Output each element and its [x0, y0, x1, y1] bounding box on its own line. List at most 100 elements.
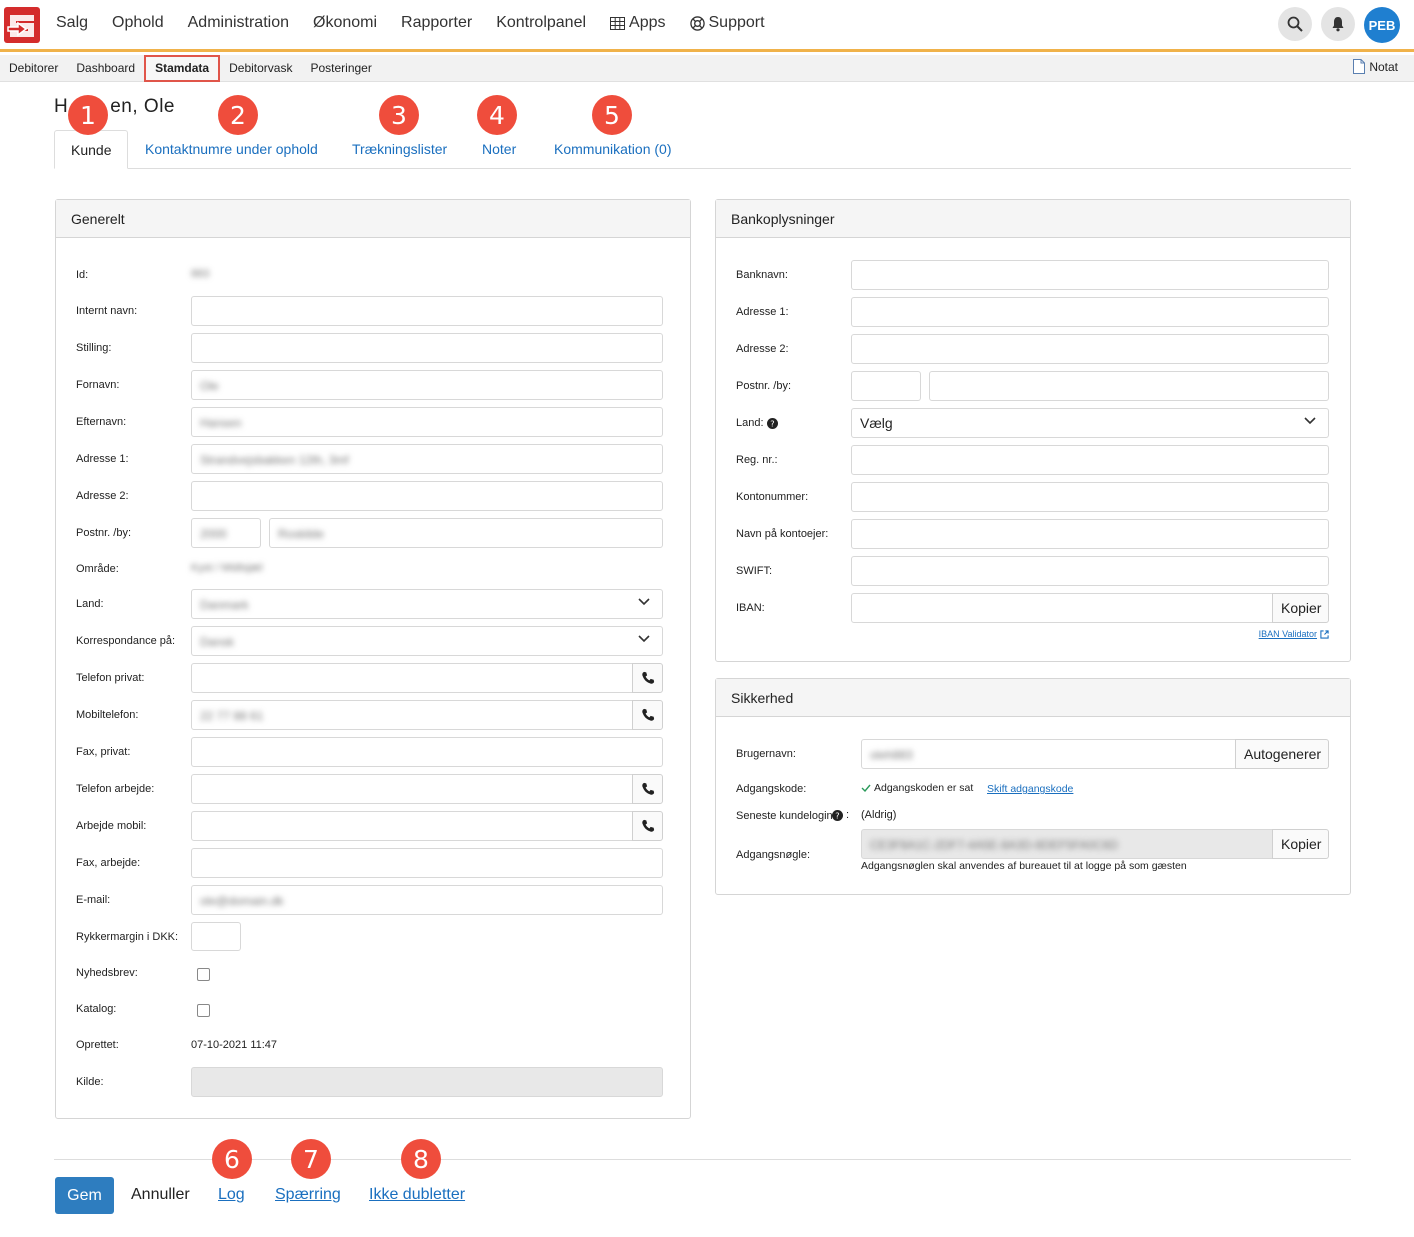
newsletter-checkbox[interactable] [197, 968, 210, 981]
checkmark-icon [861, 784, 871, 792]
swift-input[interactable] [851, 556, 1329, 586]
bank-address1-input[interactable] [851, 297, 1329, 327]
annotation-badge-1: 1 [68, 95, 108, 135]
address1-input[interactable]: Strandvejsbakken 12th, 3mf [191, 444, 663, 474]
last-name-input[interactable]: Hansen [191, 407, 663, 437]
not-duplicates-link[interactable]: Ikke dubletter [369, 1186, 465, 1204]
subnav-dashboard[interactable]: Dashboard [67, 55, 144, 82]
general-panel-title: Generelt [56, 200, 690, 238]
access-key-note: Adgangsnøglen skal anvendes af bureauet … [861, 860, 1187, 872]
cancel-button[interactable]: Annuller [131, 1186, 190, 1204]
row-mobile-work: Arbejde mobil: [56, 811, 690, 841]
call-phone-work-button[interactable] [632, 774, 663, 804]
subnav-stamdata[interactable]: Stamdata [144, 55, 221, 82]
top-bar: Salg Ophold Administration Økonomi Rappo… [0, 0, 1414, 52]
row-country: Land: Danmark [56, 589, 690, 619]
reminder-margin-input[interactable] [191, 922, 241, 951]
reg-no-input[interactable] [851, 445, 1329, 475]
nav-apps[interactable]: Apps [610, 14, 666, 32]
block-link[interactable]: Spærring [275, 1186, 341, 1204]
tab-kommunikation[interactable]: Kommunikation (0) [554, 130, 672, 169]
call-mobile-work-button[interactable] [632, 811, 663, 841]
created-value: 07-10-2021 11:47 [191, 1039, 278, 1051]
nav-okonomi[interactable]: Økonomi [313, 14, 377, 32]
call-phone-private-button[interactable] [632, 663, 663, 693]
phone-icon [641, 671, 654, 684]
row-iban: IBAN: Kopier [716, 593, 1350, 623]
correspondence-select[interactable]: Dansk [191, 626, 663, 656]
bank-city-input[interactable] [929, 371, 1329, 401]
autogenerate-button[interactable]: Autogenerer [1235, 739, 1329, 769]
access-key-copy-button[interactable]: Kopier [1272, 829, 1329, 859]
change-password-link[interactable]: Skift adgangskode [987, 783, 1073, 795]
fax-private-input[interactable] [191, 737, 663, 767]
catalog-checkbox[interactable] [197, 1004, 210, 1017]
subnav-posteringer[interactable]: Posteringer [301, 55, 380, 82]
row-last-login: Seneste kundelogin ? : (Aldrig) [736, 809, 897, 822]
row-last-name: Efternavn: Hansen [56, 407, 690, 437]
mobile-work-input[interactable] [191, 811, 633, 841]
iban-copy-button[interactable]: Kopier [1272, 593, 1329, 623]
account-no-input[interactable] [851, 482, 1329, 512]
position-input[interactable] [191, 333, 663, 363]
bank-panel: Bankoplysninger Banknavn: Adresse 1: Adr… [715, 199, 1351, 662]
help-icon[interactable]: ? [832, 810, 843, 821]
first-name-input[interactable]: Ole [191, 370, 663, 400]
password-status: Adgangskoden er sat [874, 782, 974, 794]
country-select[interactable]: Danmark [191, 589, 663, 619]
id-value: 883 [191, 268, 210, 280]
email-input[interactable]: ole@domain.dk [191, 885, 663, 915]
mobile-input[interactable]: 22 77 88 61 [191, 700, 633, 730]
log-link[interactable]: Log [218, 1186, 245, 1204]
nav-administration[interactable]: Administration [188, 14, 289, 32]
row-access-key: Adgangsnøgle: CE3F8A1C-2DF7-4A5E-8A3D-8D… [716, 829, 1350, 872]
city-input[interactable]: Roskilde [269, 518, 663, 548]
row-account-no: Kontonummer: [716, 482, 1350, 512]
tab-noter[interactable]: Noter [482, 130, 516, 169]
zip-input[interactable]: 2000 [191, 518, 261, 548]
notifications-button[interactable] [1321, 7, 1355, 41]
nav-salg[interactable]: Salg [56, 14, 88, 32]
nav-support[interactable]: Support [689, 14, 765, 32]
bank-name-input[interactable] [851, 260, 1329, 290]
row-swift: SWIFT: [716, 556, 1350, 586]
bank-address2-input[interactable] [851, 334, 1329, 364]
phone-private-input[interactable] [191, 663, 633, 693]
row-address1: Adresse 1: Strandvejsbakken 12th, 3mf [56, 444, 690, 474]
internal-name-input[interactable] [191, 296, 663, 326]
security-panel: Sikkerhed Brugernavn: oleh883 Autogenere… [715, 678, 1351, 895]
subnav-debitorer[interactable]: Debitorer [0, 55, 67, 82]
chevron-down-icon [638, 635, 650, 643]
save-button[interactable]: Gem [55, 1177, 114, 1214]
row-newsletter: Nyhedsbrev: [56, 958, 690, 988]
annotation-badge-4: 4 [477, 95, 517, 135]
bank-country-select[interactable]: Vælg [851, 408, 1329, 438]
fax-work-input[interactable] [191, 848, 663, 878]
help-icon[interactable]: ? [767, 418, 778, 429]
call-mobile-button[interactable] [632, 700, 663, 730]
notat-button[interactable]: Notat [1353, 59, 1398, 74]
search-button[interactable] [1278, 7, 1312, 41]
user-avatar[interactable]: PEB [1364, 7, 1400, 43]
phone-work-input[interactable] [191, 774, 633, 804]
tab-kontaktnumre[interactable]: Kontaktnumre under ophold [145, 130, 318, 169]
iban-validator-link[interactable]: IBAN Validator [1259, 629, 1329, 639]
tab-traekningslister[interactable]: Trækningslister [352, 130, 447, 169]
nav-kontrolpanel[interactable]: Kontrolpanel [496, 14, 586, 32]
iban-input[interactable] [851, 593, 1273, 623]
sub-nav: Debitorer Dashboard Stamdata Debitorvask… [0, 55, 1414, 82]
tab-kunde[interactable]: Kunde [54, 130, 129, 169]
account-holder-input[interactable] [851, 519, 1329, 549]
app-logo[interactable] [4, 7, 40, 43]
row-reg-no: Reg. nr.: [716, 445, 1350, 475]
bank-zip-input[interactable] [851, 371, 921, 401]
subnav-debitorvask[interactable]: Debitorvask [220, 55, 301, 82]
address2-input[interactable] [191, 481, 663, 511]
annotation-badge-7: 7 [291, 1139, 331, 1179]
nav-rapporter[interactable]: Rapporter [401, 14, 472, 32]
username-input[interactable]: oleh883 [861, 739, 1236, 769]
row-fax-private: Fax, privat: [56, 737, 690, 767]
annotation-badge-8: 8 [401, 1139, 441, 1179]
nav-ophold[interactable]: Ophold [112, 14, 164, 32]
annotation-badge-3: 3 [379, 95, 419, 135]
